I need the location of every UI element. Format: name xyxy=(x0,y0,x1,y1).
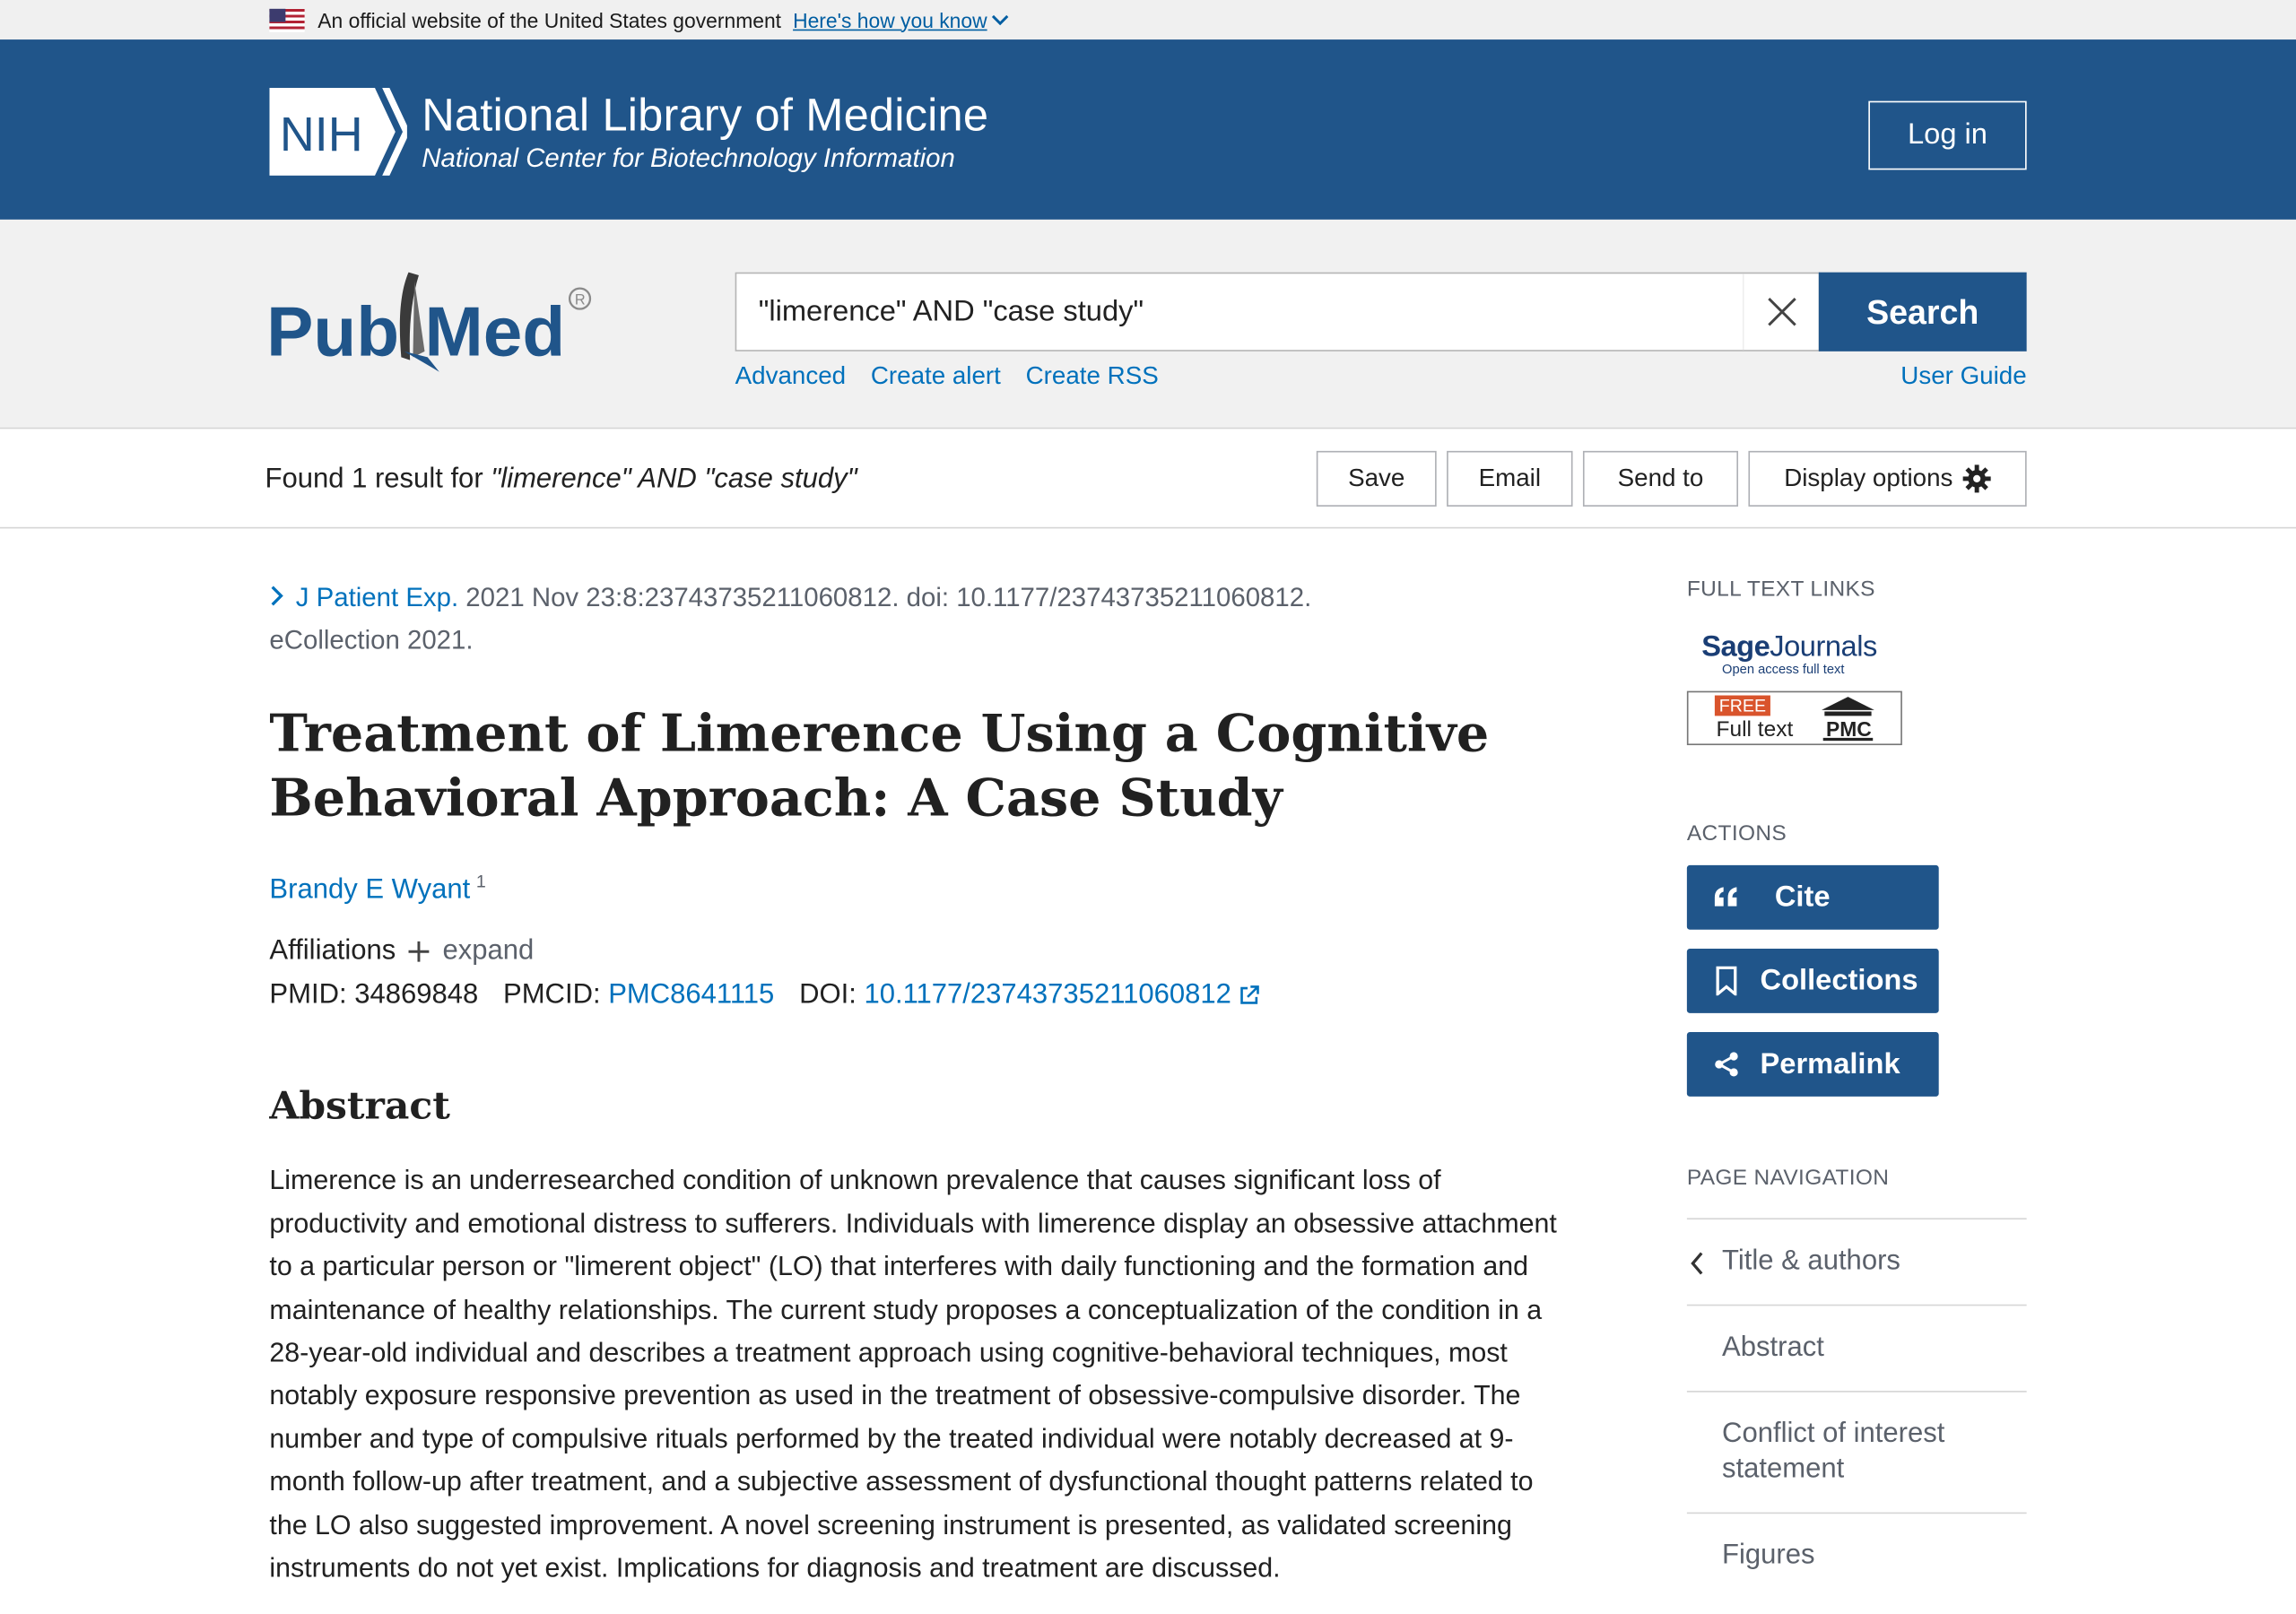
chevron-down-icon xyxy=(992,14,1009,25)
page-navigation-list: Title & authors Abstract Conflict of int… xyxy=(1686,1218,2027,1599)
nav-abstract-label: Abstract xyxy=(1722,1332,1824,1364)
results-bar: Found 1 result for "limerence" AND "case… xyxy=(0,429,2296,529)
pmid-value: 34869848 xyxy=(354,979,479,1011)
collections-button[interactable]: Collections xyxy=(1686,948,1939,1013)
share-icon xyxy=(1710,1048,1743,1080)
display-options-button[interactable]: Display options xyxy=(1748,450,2027,507)
us-flag-icon xyxy=(269,7,305,32)
quote-icon xyxy=(1710,881,1743,914)
send-to-button[interactable]: Send to xyxy=(1582,450,1739,507)
bookmark-icon xyxy=(1710,965,1743,997)
nav-abstract[interactable]: Abstract xyxy=(1686,1306,2027,1393)
sage-journals-link[interactable]: SageJournals Open access full text xyxy=(1701,631,2026,677)
gear-icon xyxy=(1962,464,1991,493)
permalink-label: Permalink xyxy=(1760,1047,1900,1080)
citation-ecollection: eCollection 2021. xyxy=(269,625,474,655)
search-input[interactable] xyxy=(736,273,1743,351)
svg-text:R: R xyxy=(575,292,586,308)
results-toolbar: Save Email Send to Display options xyxy=(1316,450,2027,507)
article-main: J Patient Exp. 2021 Nov 23:8:23743735211… xyxy=(269,577,1572,1589)
create-rss-link[interactable]: Create RSS xyxy=(1026,361,1159,391)
sage-journals-logo: SageJournals xyxy=(1701,630,1877,664)
nih-header: NIH National Library of Medicine Nationa… xyxy=(0,39,2296,220)
collections-label: Collections xyxy=(1760,964,1918,997)
article-title: Treatment of Limerence Using a Cognitive… xyxy=(269,704,1490,829)
search-button[interactable]: Search xyxy=(1818,272,2027,351)
doi-label: DOI: xyxy=(799,979,857,1011)
advanced-link[interactable]: Advanced xyxy=(735,361,846,391)
nih-logo[interactable]: NIH National Library of Medicine Nationa… xyxy=(269,87,989,176)
sidebar: FULL TEXT LINKS SageJournals Open access… xyxy=(1686,577,2027,1599)
cite-button[interactable]: Cite xyxy=(1686,864,1939,930)
pubmed-logo[interactable]: Pub Med R xyxy=(266,264,604,381)
search-box xyxy=(735,272,1821,351)
svg-text:Med: Med xyxy=(424,292,565,371)
login-button[interactable]: Log in xyxy=(1868,100,2027,170)
nih-badge-icon: NIH xyxy=(269,87,407,176)
svg-text:PMC: PMC xyxy=(1826,717,1872,741)
close-icon xyxy=(1767,298,1796,326)
pubmed-logo-icon: Pub Med R xyxy=(266,272,592,372)
display-options-label: Display options xyxy=(1784,464,1953,492)
results-count: Found 1 result for "limerence" AND "case… xyxy=(265,464,857,497)
citation-details: 2021 Nov 23:8:23743735211060812. doi: 10… xyxy=(458,582,1312,612)
chevron-right-icon xyxy=(271,586,283,606)
abstract-text: Limerence is an underresearched conditio… xyxy=(269,1164,1557,1583)
nav-figures-label: Figures xyxy=(1722,1540,1815,1571)
ncbi-subtitle: National Center for Biotechnology Inform… xyxy=(422,143,955,173)
affiliations-expand-button[interactable]: expand xyxy=(407,936,534,968)
full-text-links-heading: FULL TEXT LINKS xyxy=(1686,577,1875,603)
search-links: Advanced Create alert Create RSS xyxy=(735,361,1159,391)
nav-conflict-of-interest[interactable]: Conflict of interest statement xyxy=(1686,1393,2027,1514)
pmcid-link[interactable]: PMC8641115 xyxy=(608,980,774,1012)
plus-icon xyxy=(408,941,430,963)
chevron-left-icon xyxy=(1691,1252,1703,1275)
nav-title-authors-label: Title & authors xyxy=(1722,1245,1900,1277)
free-badge: FREE xyxy=(1714,695,1770,716)
svg-text:Pub: Pub xyxy=(266,292,399,371)
nav-title-authors[interactable]: Title & authors xyxy=(1686,1219,2027,1306)
how-you-know-label: Here's how you know xyxy=(793,7,987,32)
found-prefix: Found 1 result for xyxy=(265,464,491,495)
pmc-building-icon: PMC xyxy=(1822,697,1874,741)
gov-banner-text: An official website of the United States… xyxy=(317,7,782,32)
affiliations: Affiliations expand xyxy=(269,936,1572,968)
save-button[interactable]: Save xyxy=(1316,450,1437,507)
pmid-label: PMID: xyxy=(269,979,347,1011)
gov-banner: An official website of the United States… xyxy=(0,0,2296,40)
external-link-icon xyxy=(1240,985,1259,1005)
nih-badge-text: NIH xyxy=(280,108,363,161)
doi-link[interactable]: 10.1177/23743735211060812 xyxy=(864,979,1259,1012)
actions-heading: ACTIONS xyxy=(1686,820,1787,846)
user-guide-link[interactable]: User Guide xyxy=(1900,361,2026,391)
expand-label: expand xyxy=(442,935,535,968)
email-button[interactable]: Email xyxy=(1447,450,1573,507)
article-identifiers: PMID: 34869848 PMCID: PMC8641115 DOI: 10… xyxy=(269,980,1572,1012)
author-affiliation-number[interactable]: 1 xyxy=(476,871,486,891)
pmcid-label: PMCID: xyxy=(503,979,601,1011)
how-you-know-link[interactable]: Here's how you know xyxy=(793,8,1009,31)
nav-figures[interactable]: Figures xyxy=(1687,1514,2027,1599)
author-link[interactable]: Brandy E Wyant xyxy=(269,874,470,905)
cite-label: Cite xyxy=(1774,881,1831,913)
permalink-button[interactable]: Permalink xyxy=(1686,1032,1939,1097)
pmc-free-full-text-link[interactable]: FREE Full text PMC xyxy=(1686,690,1902,746)
full-text-label: Full text xyxy=(1716,717,1794,742)
citation: J Patient Exp. 2021 Nov 23:8:23743735211… xyxy=(269,577,1572,662)
doi-value: 10.1177/23743735211060812 xyxy=(864,979,1231,1011)
nlm-title: National Library of Medicine xyxy=(422,89,989,141)
search-area: Pub Med R Search Advanced Create alert C… xyxy=(0,219,2296,430)
nav-conflict-label: Conflict of interest statement xyxy=(1722,1419,1945,1485)
abstract-heading: Abstract xyxy=(269,1085,450,1130)
create-alert-link[interactable]: Create alert xyxy=(871,361,1001,391)
authors-list: Brandy E Wyant 1 xyxy=(269,871,1572,907)
clear-search-button[interactable] xyxy=(1742,273,1819,351)
journal-link[interactable]: J Patient Exp. xyxy=(296,583,458,612)
affiliations-label: Affiliations xyxy=(269,935,396,968)
found-query: "limerence" AND "case study" xyxy=(491,464,857,495)
page-navigation-heading: PAGE NAVIGATION xyxy=(1686,1165,1890,1191)
